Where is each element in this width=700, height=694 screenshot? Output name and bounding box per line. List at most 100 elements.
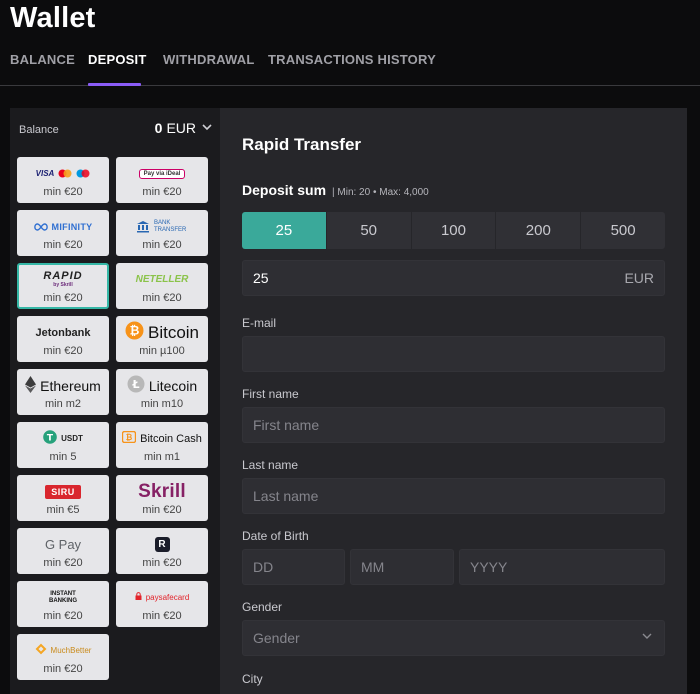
method-min: min €5 [46,503,80,516]
ethereum-logo: Ethereum [25,375,101,397]
dob-day-input[interactable] [253,550,333,584]
date-of-birth-label: Date of Birth [242,529,309,543]
google-pay-logo: G Pay [44,537,82,552]
svg-text:Ł: Ł [131,378,139,391]
tab-transactions-history[interactable]: TRANSACTIONS HISTORY [268,52,436,67]
method-min: min m2 [44,397,82,410]
amount-field: EUR [242,260,665,296]
amount-option-100[interactable]: 100 [412,212,497,249]
amount-option-25[interactable]: 25 [242,212,327,249]
method-instant-banking[interactable]: INSTANT BANKING min €20 [17,581,109,627]
muchbetter-icon [35,643,47,658]
muchbetter-logo: MuchBetter [35,640,91,662]
method-min: min m1 [143,450,181,463]
revolut-logo: R [154,534,170,556]
amount-option-50[interactable]: 50 [327,212,412,249]
last-name-input[interactable] [253,479,613,513]
paysafecard-lock-icon [135,592,142,603]
tab-deposit[interactable]: DEPOSIT [88,52,146,67]
method-min: min €20 [43,344,83,357]
email-field-wrapper [242,336,665,372]
email-input[interactable] [253,337,613,371]
method-bitcoin-cash[interactable]: ₿ Bitcoin Cash min m1 [116,422,208,468]
method-mifinity[interactable]: MIFINITY min €20 [17,210,109,256]
bitcoin-cash-icon: ₿ [121,430,137,446]
method-neteller[interactable]: NETELLER min €20 [116,263,208,309]
tether-icon: T [43,430,57,447]
tab-balance[interactable]: BALANCE [10,52,75,67]
gender-select[interactable]: Gender [242,620,665,656]
method-min: min €20 [142,503,182,516]
usdt-logo: T USDT [43,428,83,450]
method-bitcoin[interactable]: ₿ Bitcoin min µ100 [116,316,208,362]
method-min: min €20 [142,556,182,569]
dob-year-wrapper [459,549,665,585]
method-min: min €20 [142,238,182,251]
method-skrill[interactable]: Skrill min €20 [116,475,208,521]
dob-day-wrapper [242,549,345,585]
method-litecoin[interactable]: Ł Litecoin min m10 [116,369,208,415]
deposit-sum-label: Deposit sum [242,182,327,198]
method-ethereum[interactable]: Ethereum min m2 [17,369,109,415]
method-usdt[interactable]: T USDT min 5 [17,422,109,468]
method-min: min €20 [43,662,83,675]
rapid-transfer-logo: RAPID by Skrill [43,270,83,289]
method-min: min µ100 [139,344,185,357]
amount-currency: EUR [624,270,654,286]
method-min: min 5 [49,450,77,463]
paysafecard-logo: paysafecard [135,587,189,609]
method-paysafecard[interactable]: paysafecard min €20 [116,581,208,627]
method-muchbetter[interactable]: MuchBetter min €20 [17,634,109,680]
dob-month-input[interactable] [361,550,441,584]
deposit-form-panel: Rapid Transfer Deposit sum | Min: 20 • M… [220,108,687,694]
bitcoin-cash-logo: ₿ Bitcoin Cash [121,428,202,450]
balance-label: Balance [19,124,59,136]
method-jetonbank[interactable]: Jetonbank min €20 [17,316,109,362]
active-tab-indicator [88,83,141,86]
gender-select-value: Gender [253,630,300,646]
svg-text:₿: ₿ [130,323,140,337]
method-visa-mastercard[interactable]: VISA min €20 [17,157,109,203]
bank-transfer-logo: BANK TRANSFER [136,216,188,238]
first-name-input[interactable] [253,408,613,442]
method-min: min €20 [43,609,83,622]
ideal-logo: Pay via iDeal [138,163,186,185]
method-min: min €20 [142,609,182,622]
litecoin-logo: Ł Litecoin [127,375,197,397]
method-ideal[interactable]: Pay via iDeal min €20 [116,157,208,203]
neteller-logo: NETELLER [135,274,189,285]
wallet-tabs: BALANCE DEPOSIT WITHDRAWAL TRANSACTIONS … [0,50,700,86]
method-bank-transfer[interactable]: BANK TRANSFER min €20 [116,210,208,256]
tab-withdrawal[interactable]: WITHDRAWAL [163,52,255,67]
payment-methods-panel: Balance 0 EUR VISA min €20 Pay via iDeal… [10,108,220,694]
amount-option-500[interactable]: 500 [581,212,665,249]
litecoin-icon: Ł [127,375,145,396]
page-title: Wallet [10,2,96,34]
svg-text:T: T [47,434,54,444]
bitcoin-logo: ₿ Bitcoin [125,321,199,345]
amount-input[interactable] [253,261,613,295]
chevron-down-icon [642,632,652,643]
last-name-field-wrapper [242,478,665,514]
skrill-logo: Skrill [138,480,186,502]
visa-mastercard-logo: VISA [36,163,91,185]
method-min: min €20 [43,238,83,251]
dob-year-input[interactable] [470,550,650,584]
balance-currency-dropdown[interactable]: 0 EUR [155,120,212,136]
siru-logo: SIRU [45,481,81,503]
method-rapid-transfer[interactable]: RAPID by Skrill min €20 [17,263,109,309]
method-min: min €20 [43,556,83,569]
method-min: min €20 [43,291,83,304]
method-siru[interactable]: SIRU min €5 [17,475,109,521]
amount-option-200[interactable]: 200 [496,212,582,249]
first-name-field-wrapper [242,407,665,443]
bitcoin-icon: ₿ [125,321,144,345]
method-google-pay[interactable]: G Pay min €20 [17,528,109,574]
chevron-down-icon [202,123,212,134]
mifinity-logo: MIFINITY [33,216,93,238]
deposit-sum-header: Deposit sum | Min: 20 • Max: 4,000 [242,182,429,198]
method-revolut[interactable]: R min €20 [116,528,208,574]
last-name-label: Last name [242,458,299,472]
balance-currency: EUR [166,120,196,136]
first-name-label: First name [242,387,299,401]
